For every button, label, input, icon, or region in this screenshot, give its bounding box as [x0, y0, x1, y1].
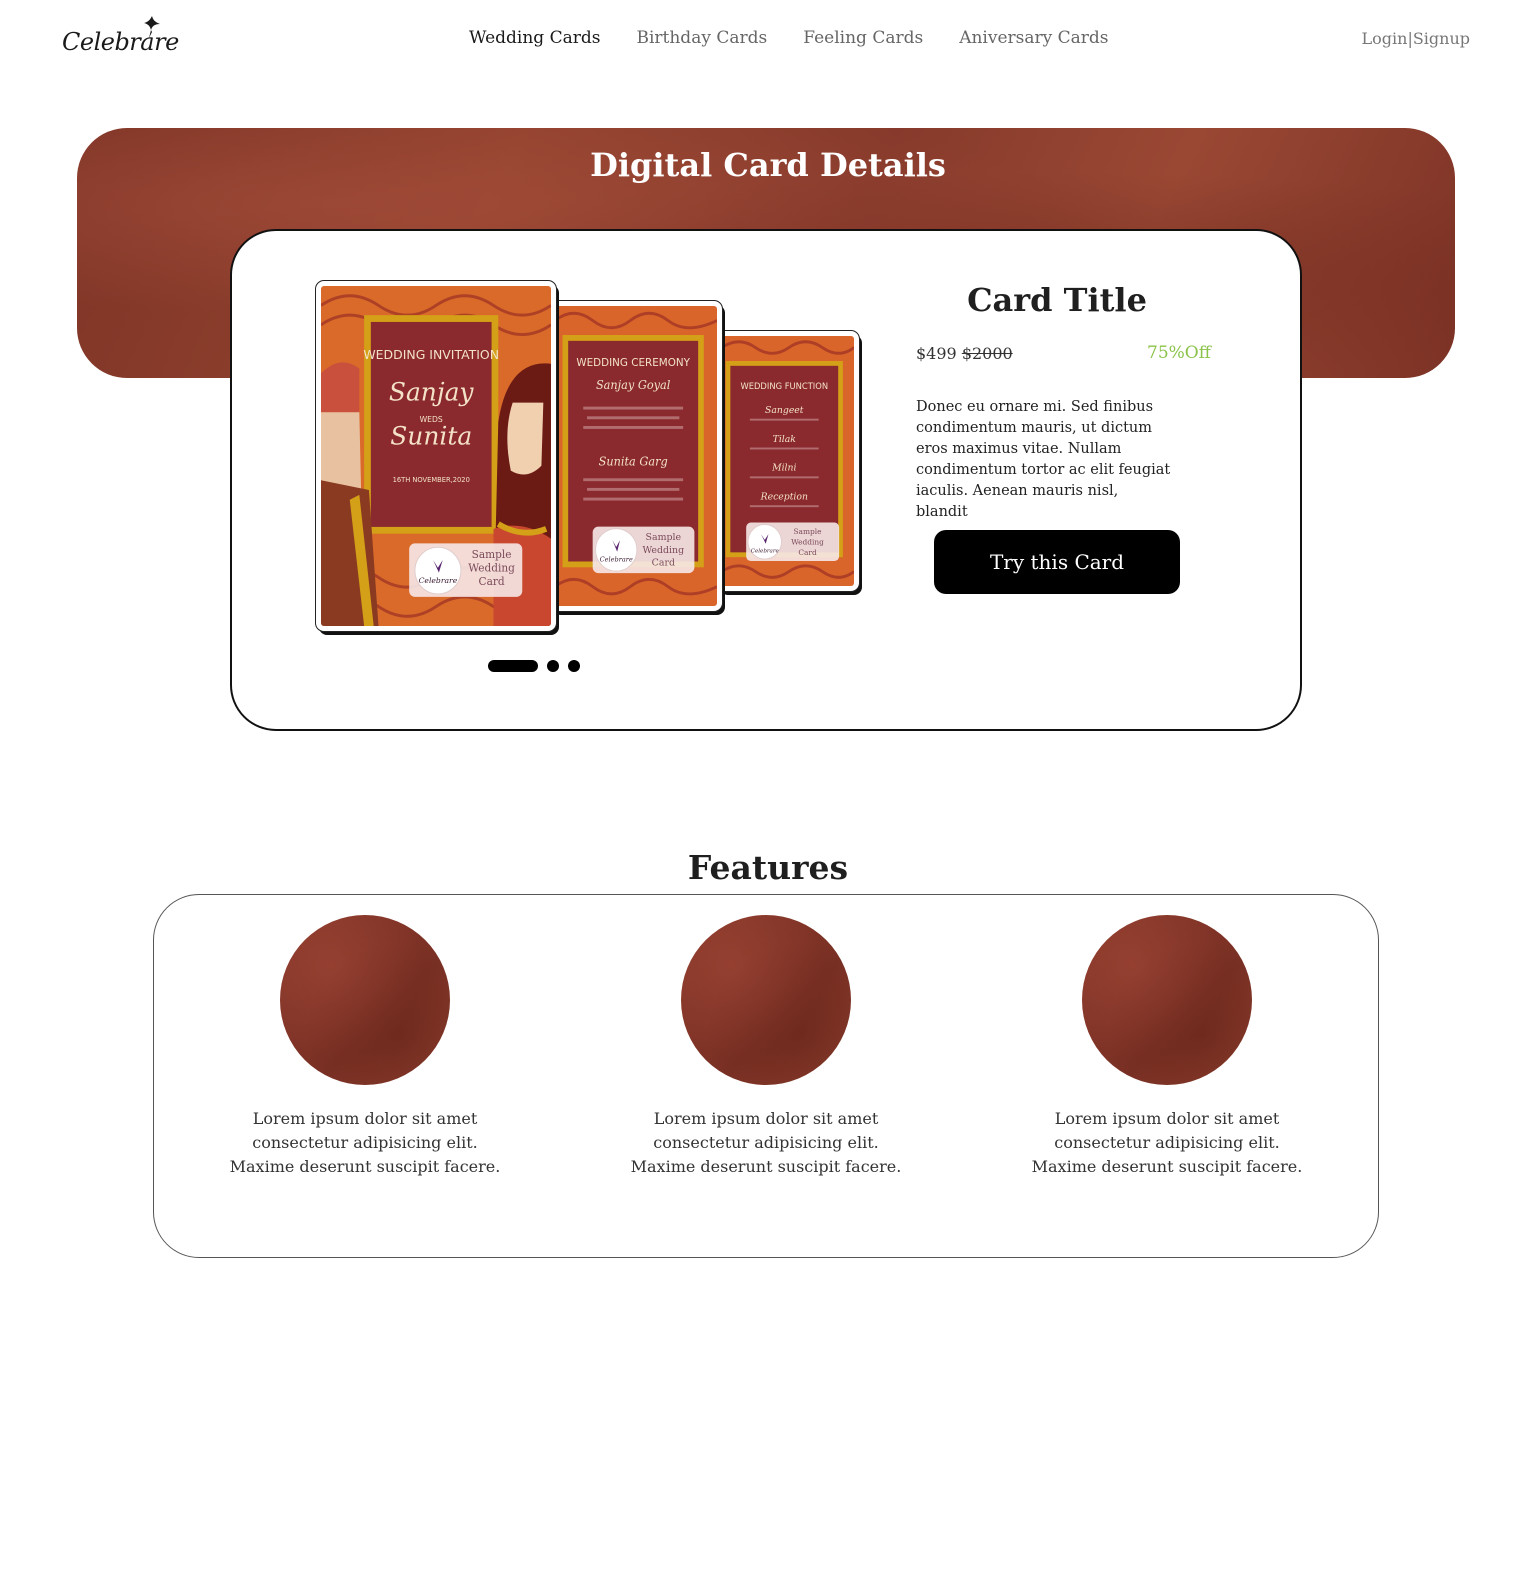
card-heading: WEDDING FUNCTION — [740, 382, 828, 392]
carousel-dot-3[interactable] — [568, 660, 580, 672]
card-preview-3[interactable]: WEDDING FUNCTION Sangeet Tilak Milni Rec… — [716, 330, 860, 592]
try-this-card-button[interactable]: Try this Card — [934, 530, 1180, 594]
feature-image — [1082, 915, 1252, 1085]
feature-image — [681, 915, 851, 1085]
card-details-panel: WEDDING INVITATION Sanjay WEDS Sunita 16… — [230, 229, 1302, 731]
card-name-2: Sunita Garg — [599, 455, 668, 469]
card-preview-1[interactable]: WEDDING INVITATION Sanjay WEDS Sunita 16… — [315, 280, 557, 632]
card-preview-image: WEDDING CEREMONY Sanjay Goyal Sunita Gar… — [555, 306, 717, 606]
nav-feeling-cards[interactable]: Feeling Cards — [803, 28, 923, 52]
feature-text: Lorem ipsum dolor sit amet consectetur a… — [1031, 1109, 1303, 1176]
current-price: $499 — [916, 344, 957, 363]
main-nav: Wedding Cards Birthday Cards Feeling Car… — [469, 28, 1109, 52]
card-description: Donec eu ornare mi. Sed finibus condimen… — [916, 399, 1171, 520]
card-date: 16TH NOVEMBER,2020 — [393, 476, 470, 484]
card-event: Reception — [760, 491, 808, 502]
card-preview-image: WEDDING FUNCTION Sangeet Tilak Milni Rec… — [722, 336, 854, 586]
feature-item: Lorem ipsum dolor sit amet consectetur a… — [626, 915, 906, 1179]
card-name-1: Sanjay — [389, 377, 474, 406]
card-heading: WEDDING CEREMONY — [576, 357, 690, 369]
logo[interactable]: Celebrare — [62, 14, 179, 58]
card-name-1: Sanjay Goyal — [596, 378, 671, 392]
nav-birthday-cards[interactable]: Birthday Cards — [636, 28, 767, 52]
card-event: Sangeet — [765, 405, 804, 416]
features-panel: Lorem ipsum dolor sit amet consectetur a… — [153, 894, 1379, 1258]
original-price: $2000 — [961, 344, 1013, 363]
carousel-dot-2[interactable] — [547, 660, 559, 672]
carousel-dot-1[interactable] — [488, 660, 538, 672]
feature-item: Lorem ipsum dolor sit amet consectetur a… — [225, 915, 505, 1179]
watermark-line: Wedding — [791, 538, 824, 547]
feature-item: Lorem ipsum dolor sit amet consectetur a… — [1027, 915, 1307, 1179]
card-heading: WEDDING INVITATION — [363, 347, 499, 362]
watermark-line: Sample — [646, 532, 682, 543]
features-title: Features — [687, 848, 849, 887]
watermark-brand: Celebrare — [751, 548, 780, 554]
watermark-line: Card — [479, 575, 505, 588]
bird-icon — [144, 16, 160, 38]
watermark-line: Sample — [793, 527, 822, 536]
watermark-line: Wedding — [643, 545, 685, 556]
watermark-line: Wedding — [468, 562, 515, 575]
watermark-line: Card — [798, 548, 817, 557]
feature-text: Lorem ipsum dolor sit amet consectetur a… — [630, 1109, 902, 1176]
nav-aniversary-cards[interactable]: Aniversary Cards — [959, 28, 1108, 52]
watermark-line: Card — [652, 557, 675, 568]
page-title: Digital Card Details — [590, 146, 946, 184]
price: $499 $2000 — [916, 344, 1013, 363]
card-preview-image: WEDDING INVITATION Sanjay WEDS Sunita 16… — [321, 286, 551, 626]
nav-wedding-cards[interactable]: Wedding Cards — [469, 28, 600, 52]
carousel-indicators — [488, 660, 580, 672]
watermark-brand: Celebrare — [600, 555, 633, 563]
card-name-2: Sunita — [390, 421, 472, 450]
feature-text: Lorem ipsum dolor sit amet consectetur a… — [229, 1109, 501, 1176]
card-preview-2[interactable]: WEDDING CEREMONY Sanjay Goyal Sunita Gar… — [549, 300, 723, 612]
discount-badge: 75%Off — [1147, 343, 1211, 363]
watermark-line: Sample — [472, 548, 512, 561]
feature-image — [280, 915, 450, 1085]
card-title: Card Title — [967, 281, 1147, 319]
card-event: Tilak — [773, 434, 797, 445]
login-signup-link[interactable]: Login|Signup — [1362, 29, 1470, 48]
watermark-brand: Celebrare — [419, 576, 458, 585]
card-event: Milni — [771, 462, 796, 473]
